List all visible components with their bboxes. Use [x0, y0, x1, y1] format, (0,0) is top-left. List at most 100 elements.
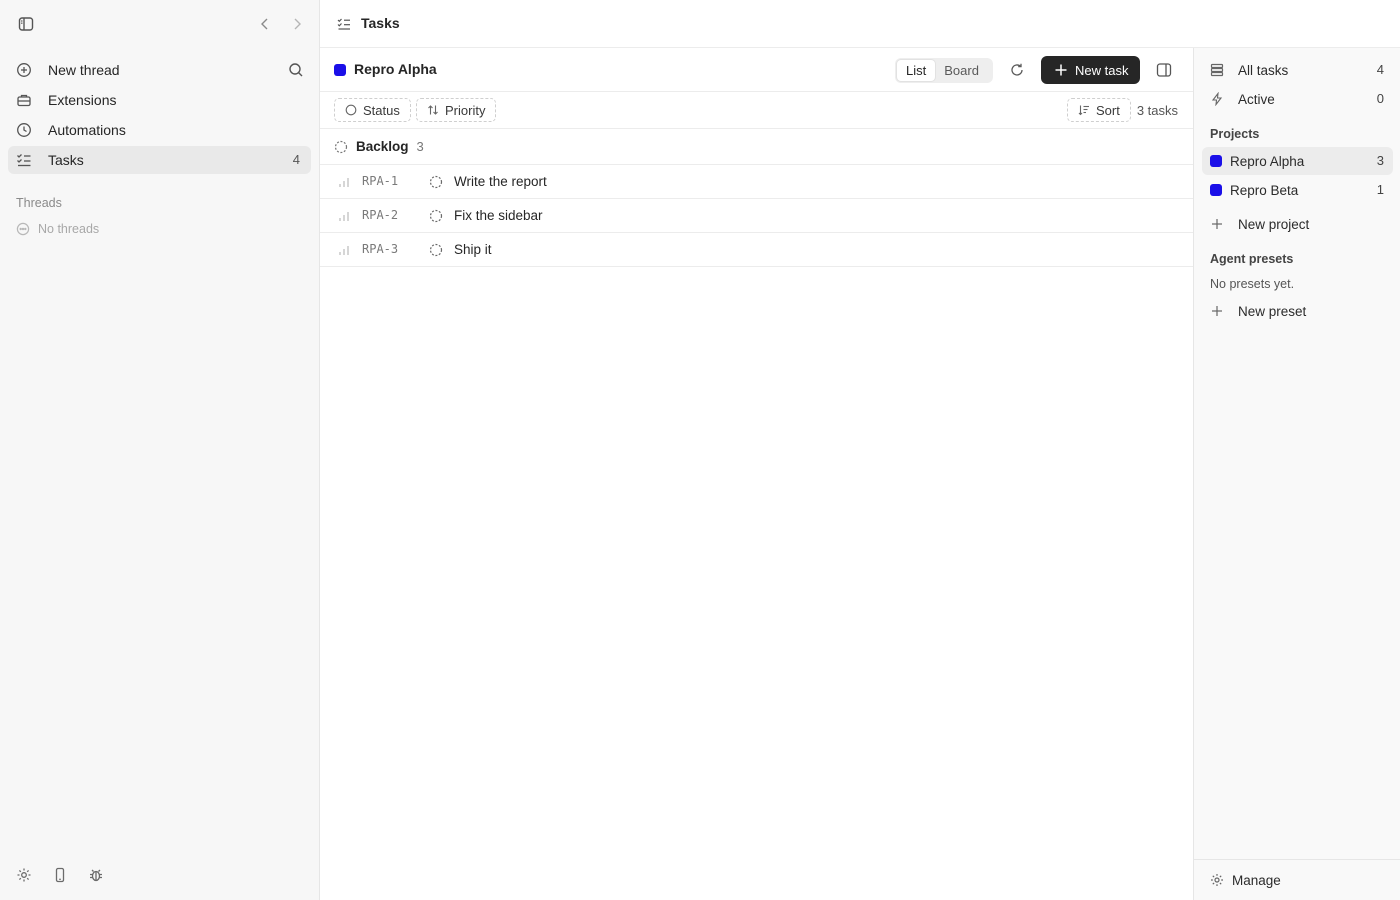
- backlog-status-icon[interactable]: [429, 209, 443, 223]
- task-id: RPA-3: [362, 242, 399, 256]
- new-preset-label: New preset: [1238, 303, 1307, 319]
- project-item-repro-beta[interactable]: Repro Beta 1: [1202, 176, 1393, 204]
- view-toggle: List Board: [895, 58, 993, 83]
- sidebar-item-new-thread[interactable]: New thread: [8, 56, 311, 84]
- sort-arrows-icon: [427, 104, 439, 116]
- task-id: RPA-1: [362, 174, 399, 188]
- projects-section-title: Projects: [1210, 127, 1260, 141]
- sidebar-top-bar: [0, 0, 320, 48]
- new-task-button[interactable]: New task: [1041, 56, 1140, 84]
- briefcase-icon: [16, 92, 32, 108]
- clock-icon: [16, 122, 32, 138]
- filter-bar: Status Priority Sort 3 tasks: [320, 92, 1193, 129]
- all-tasks-item[interactable]: All tasks 4: [1202, 56, 1393, 84]
- sidebar-bottom-toolbar: [16, 867, 124, 883]
- task-title: Fix the sidebar: [454, 208, 543, 223]
- stack-icon: [1210, 63, 1224, 77]
- backlog-status-icon: [334, 140, 348, 154]
- refresh-icon[interactable]: [1009, 62, 1025, 78]
- view-list-option[interactable]: List: [897, 60, 936, 81]
- sort-button[interactable]: Sort: [1067, 98, 1131, 122]
- new-project-label: New project: [1238, 216, 1310, 232]
- sidebar-nav: New thread Extensions Automations Tasks …: [8, 56, 311, 176]
- new-task-label: New task: [1075, 62, 1129, 78]
- main-content: Repro Alpha List Board New task Status P…: [320, 48, 1193, 900]
- active-item[interactable]: Active 0: [1202, 85, 1393, 113]
- left-sidebar: New thread Extensions Automations Tasks …: [0, 0, 320, 900]
- threads-section-title: Threads: [16, 196, 62, 210]
- active-label: Active: [1238, 91, 1275, 107]
- sidebar-item-automations[interactable]: Automations: [8, 116, 311, 144]
- sidebar-item-count: 4: [292, 152, 300, 167]
- right-panel: All tasks 4 Active 0 Projects Repro Alph…: [1193, 48, 1400, 900]
- sidebar-toggle-icon[interactable]: [17, 15, 35, 33]
- status-circle-icon: [345, 104, 357, 116]
- settings-gear-icon: [1210, 873, 1224, 887]
- project-name: Repro Alpha: [1230, 153, 1305, 169]
- mobile-device-icon[interactable]: [52, 867, 68, 883]
- checklist-icon: [16, 152, 32, 168]
- project-count: 1: [1376, 182, 1384, 197]
- settings-gear-icon[interactable]: [16, 867, 32, 883]
- sidebar-item-label: Automations: [48, 122, 126, 138]
- checklist-icon: [337, 17, 351, 31]
- task-row[interactable]: RPA-2 Fix the sidebar: [320, 199, 1193, 233]
- sidebar-item-label: Extensions: [48, 92, 117, 108]
- no-threads-placeholder: No threads: [16, 222, 99, 236]
- status-filter-label: Status: [363, 102, 400, 118]
- page-title: Tasks: [361, 15, 400, 31]
- project-item-repro-alpha[interactable]: Repro Alpha 3: [1202, 147, 1393, 175]
- status-filter-button[interactable]: Status: [334, 98, 411, 122]
- task-row[interactable]: RPA-3 Ship it: [320, 233, 1193, 267]
- no-presets-note: No presets yet.: [1210, 277, 1295, 291]
- task-id: RPA-2: [362, 208, 399, 222]
- backlog-group-header[interactable]: Backlog 3: [320, 129, 1193, 165]
- right-panel-toggle-icon[interactable]: [1156, 62, 1172, 78]
- task-title: Ship it: [454, 242, 492, 257]
- all-tasks-count: 4: [1376, 62, 1384, 77]
- plus-icon: [1210, 304, 1224, 318]
- group-count: 3: [416, 139, 424, 154]
- all-tasks-label: All tasks: [1238, 62, 1289, 78]
- new-project-button[interactable]: New project: [1202, 210, 1393, 238]
- project-title: Repro Alpha: [354, 61, 437, 77]
- lightning-icon: [1210, 92, 1224, 106]
- sidebar-item-label: New thread: [48, 62, 120, 78]
- sidebar-item-extensions[interactable]: Extensions: [8, 86, 311, 114]
- sort-label: Sort: [1096, 102, 1120, 118]
- back-arrow-icon[interactable]: [257, 15, 273, 33]
- project-color-swatch: [1210, 155, 1222, 167]
- backlog-status-icon[interactable]: [429, 243, 443, 257]
- search-icon[interactable]: [288, 62, 304, 78]
- plus-icon: [1054, 63, 1068, 77]
- manage-button[interactable]: Manage: [1194, 859, 1400, 900]
- backlog-status-icon[interactable]: [429, 175, 443, 189]
- task-count: 3 tasks: [1136, 103, 1178, 118]
- no-threads-label: No threads: [38, 222, 100, 236]
- priority-filter-label: Priority: [445, 102, 486, 118]
- sort-lines-icon: [1078, 104, 1090, 116]
- priority-bars-icon[interactable]: [338, 210, 350, 222]
- bug-icon[interactable]: [88, 867, 104, 883]
- project-color-swatch: [1210, 184, 1222, 196]
- project-count: 3: [1376, 153, 1384, 168]
- page-header: Tasks: [320, 0, 1400, 48]
- active-count: 0: [1376, 91, 1384, 106]
- task-row[interactable]: RPA-1 Write the report: [320, 165, 1193, 199]
- project-name: Repro Beta: [1230, 182, 1299, 198]
- priority-bars-icon[interactable]: [338, 244, 350, 256]
- group-name: Backlog: [356, 139, 409, 154]
- project-header: Repro Alpha List Board New task: [320, 48, 1193, 92]
- manage-label: Manage: [1232, 872, 1281, 888]
- sidebar-item-tasks[interactable]: Tasks 4: [8, 146, 311, 174]
- new-preset-button[interactable]: New preset: [1202, 297, 1393, 325]
- priority-filter-button[interactable]: Priority: [416, 98, 497, 122]
- view-board-option[interactable]: Board: [935, 60, 988, 81]
- plus-icon: [1210, 217, 1224, 231]
- forward-arrow-icon[interactable]: [289, 15, 305, 33]
- priority-bars-icon[interactable]: [338, 176, 350, 188]
- task-title: Write the report: [454, 174, 547, 189]
- project-color-swatch: [334, 64, 346, 76]
- agent-presets-section-title: Agent presets: [1210, 252, 1294, 266]
- sidebar-item-label: Tasks: [48, 152, 84, 168]
